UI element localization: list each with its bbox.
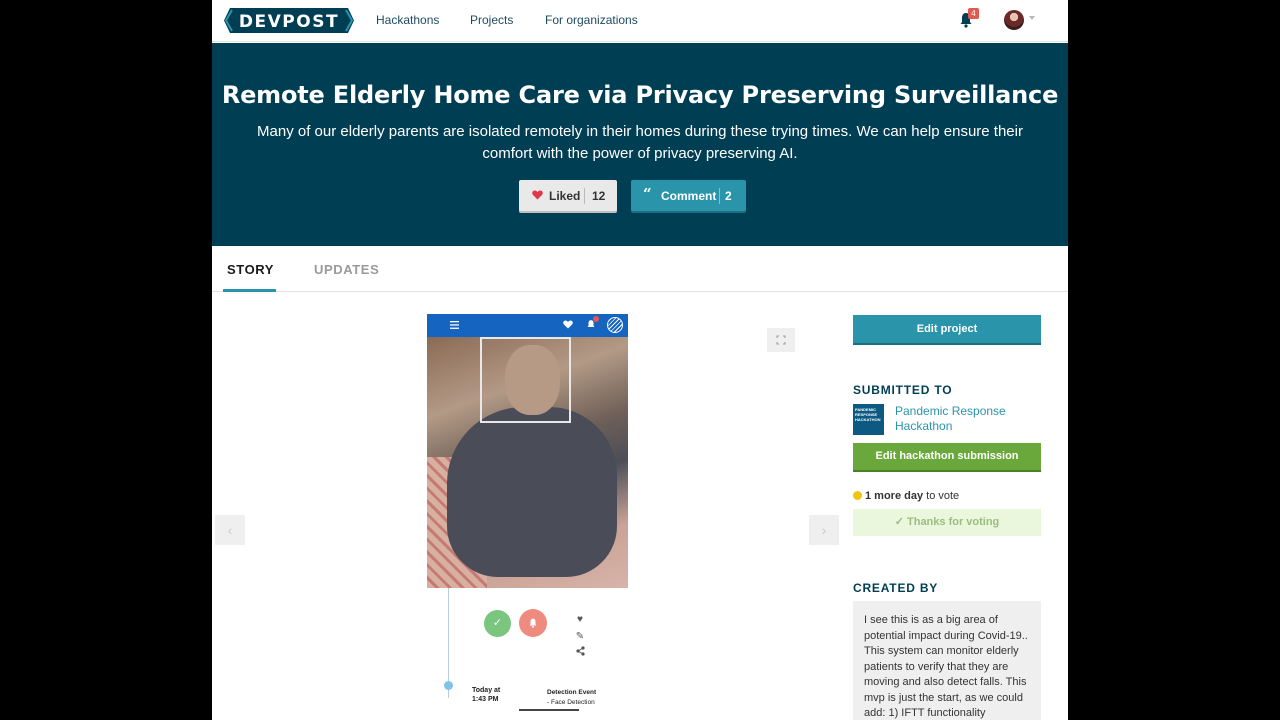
event-title: Detection Event	[547, 689, 597, 696]
project-page: DEVPOST Hackathons Projects For organiza…	[212, 0, 1068, 720]
thanks-label: Thanks for voting	[907, 516, 1000, 528]
quote-icon: “	[643, 185, 652, 203]
submitted-to-heading: SUBMITTED TO	[853, 383, 953, 397]
heart-icon: ♥	[577, 614, 583, 625]
app-toolbar	[427, 314, 628, 337]
gallery-prev-button[interactable]: ‹	[215, 515, 245, 545]
svg-text:DEVPOST: DEVPOST	[239, 12, 339, 32]
voting-deadline: 1 more day to vote	[853, 490, 959, 502]
top-nav: DEVPOST Hackathons Projects For organiza…	[212, 0, 1068, 42]
check-icon: ✓	[894, 516, 907, 528]
chevron-down-icon[interactable]	[1029, 16, 1035, 20]
edit-hackathon-submission-button[interactable]: Edit hackathon submission	[853, 443, 1041, 470]
hackathon-thumbnail[interactable]: PANDEMIC RESPONSE HACKATHON	[853, 404, 884, 435]
active-tab-indicator	[223, 289, 276, 292]
expand-icon[interactable]	[767, 328, 795, 352]
notification-dot	[593, 316, 599, 322]
timeline-event: Detection Event - Face Detection	[547, 688, 596, 708]
created-by-heading: CREATED BY	[853, 581, 939, 595]
heart-icon	[532, 190, 543, 200]
like-button[interactable]: Liked 12	[519, 180, 617, 211]
nav-for-organizations[interactable]: For organizations	[545, 13, 638, 27]
hackathon-link[interactable]: Pandemic Response Hackathon	[895, 404, 1035, 434]
app-avatar	[607, 317, 623, 333]
like-label: Liked	[549, 189, 581, 203]
timeline-date: Today at 1:43 PM	[472, 687, 501, 703]
camera-frame	[427, 337, 628, 588]
button-divider	[584, 188, 585, 204]
heart-icon	[563, 320, 573, 329]
project-header: Remote Elderly Home Care via Privacy Pre…	[212, 43, 1068, 246]
gallery-screenshot: ✓ ♥ ✎ Today at 1:43 PM Detection Event -…	[427, 314, 628, 720]
person-body	[447, 407, 617, 577]
avatar[interactable]	[1004, 10, 1024, 30]
check-icon: ✓	[484, 610, 511, 637]
like-count: 12	[592, 189, 606, 203]
page-title: Remote Elderly Home Care via Privacy Pre…	[221, 81, 1059, 109]
comment-button[interactable]: “ Comment 2	[631, 180, 746, 211]
alarm-bell-icon	[519, 609, 547, 637]
vote-suffix: to vote	[923, 490, 960, 502]
edit-project-button[interactable]: Edit project	[853, 315, 1041, 343]
scroll-indicator	[519, 709, 579, 711]
tab-updates[interactable]: UPDATES	[314, 262, 379, 277]
comment-count: 2	[725, 189, 732, 203]
notification-badge: 4	[968, 8, 979, 19]
project-tabs: STORY UPDATES	[212, 246, 1068, 292]
thanks-for-voting: ✓ Thanks for voting	[853, 509, 1041, 536]
project-tagline: Many of our elderly parents are isolated…	[257, 123, 1023, 162]
event-detail: - Face Detection	[547, 699, 595, 706]
vote-time: 1 more day	[865, 490, 924, 502]
clock-icon	[853, 491, 862, 500]
pencil-icon: ✎	[575, 631, 585, 642]
face-detection-box	[480, 337, 571, 423]
share-icon	[573, 645, 587, 662]
nav-hackathons[interactable]: Hackathons	[376, 13, 439, 27]
button-divider	[719, 188, 720, 204]
menu-icon	[450, 321, 459, 329]
gallery-next-button[interactable]: ›	[809, 515, 839, 545]
tab-story[interactable]: STORY	[227, 262, 274, 277]
comment-label: Comment	[661, 189, 717, 203]
nav-projects[interactable]: Projects	[470, 13, 513, 27]
devpost-logo[interactable]: DEVPOST	[224, 8, 354, 33]
creator-note: I see this is as a big area of potential…	[853, 601, 1041, 720]
event-actions: ♥ ✎	[573, 611, 587, 662]
timeline-dot	[444, 681, 453, 690]
